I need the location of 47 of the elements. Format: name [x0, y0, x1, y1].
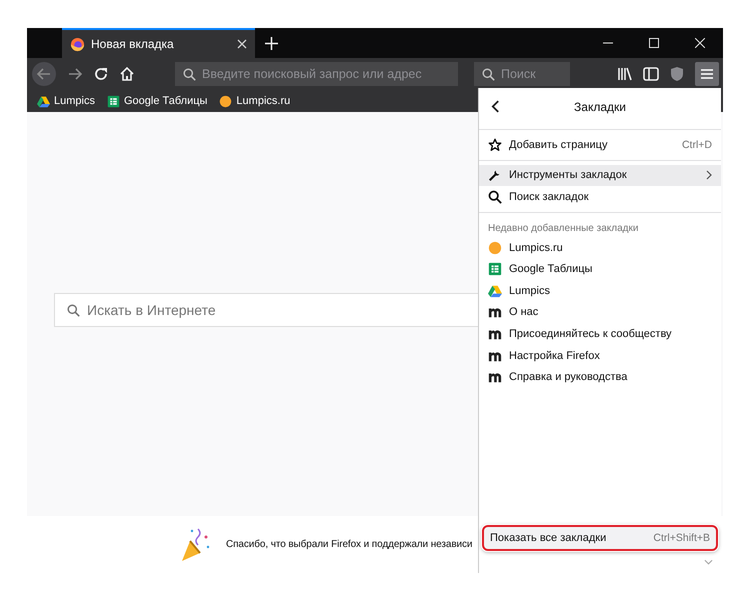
- library-icon[interactable]: [617, 66, 633, 82]
- party-popper-icon: [180, 526, 212, 562]
- search-icon: [67, 304, 80, 316]
- forward-icon[interactable]: [67, 66, 83, 82]
- bookmark-item[interactable]: Google Таблицы: [106, 94, 208, 108]
- search-icon: [488, 190, 502, 204]
- bookmark-item[interactable]: Lumpics: [37, 94, 95, 108]
- close-icon[interactable]: [237, 39, 247, 49]
- section-heading: Недавно добавленные закладки: [487, 222, 640, 236]
- new-tab-icon[interactable]: [265, 36, 278, 50]
- shortcut-label: Ctrl+D: [682, 138, 712, 151]
- browser-tab[interactable]: Новая вкладка: [62, 28, 255, 58]
- drive-icon: [37, 94, 50, 108]
- sidebar-icon[interactable]: [643, 66, 659, 82]
- spreadsheet-icon: [488, 262, 502, 276]
- bookmark-item[interactable]: Google Таблицы: [479, 258, 721, 280]
- menu-item[interactable]: Инструменты закладок: [479, 164, 721, 186]
- show-all-bookmarks-item[interactable]: Показать все закладки Ctrl+Shift+B: [482, 525, 718, 551]
- search-field[interactable]: Поиск: [474, 62, 570, 86]
- spreadsheet-icon: [106, 94, 120, 108]
- circle-logo-icon: [488, 240, 502, 255]
- reload-icon[interactable]: [93, 66, 109, 82]
- bookmark-item[interactable]: Справка и руководства: [479, 366, 721, 388]
- search-icon: [183, 68, 196, 80]
- shield-icon[interactable]: [669, 66, 685, 82]
- close-icon[interactable]: [695, 38, 705, 48]
- search-icon: [482, 68, 495, 80]
- browser-logo-icon: [70, 36, 85, 52]
- bookmark-item[interactable]: Lumpics.ru: [479, 236, 721, 258]
- circle-logo-icon: [219, 94, 232, 108]
- bookmark-item[interactable]: Lumpics.ru: [219, 94, 290, 108]
- menu-icon[interactable]: [695, 62, 719, 86]
- wrench-icon: [488, 168, 502, 182]
- home-icon[interactable]: [119, 66, 135, 82]
- thank-you-message: Спасибо, что выбрали Firefox и поддержали независи: [226, 539, 472, 550]
- back-chevron-icon[interactable]: [491, 100, 500, 113]
- back-icon[interactable]: [31, 61, 57, 87]
- bookmark-item[interactable]: Настройка Firefox: [479, 344, 721, 366]
- menu-item[interactable]: Поиск закладок: [479, 186, 721, 208]
- drive-icon: [488, 284, 502, 298]
- star-icon: [488, 138, 502, 152]
- menu-title: Закладки: [573, 100, 627, 114]
- address-field[interactable]: Введите поисковый запрос или адрес: [175, 62, 458, 86]
- shortcut-label: Ctrl+Shift+B: [653, 532, 710, 544]
- bookmark-item[interactable]: Присоединяйтесь к сообществу: [479, 323, 721, 345]
- maximize-icon[interactable]: [649, 38, 659, 48]
- menu-item[interactable]: Добавить страницу Ctrl+D: [479, 134, 721, 156]
